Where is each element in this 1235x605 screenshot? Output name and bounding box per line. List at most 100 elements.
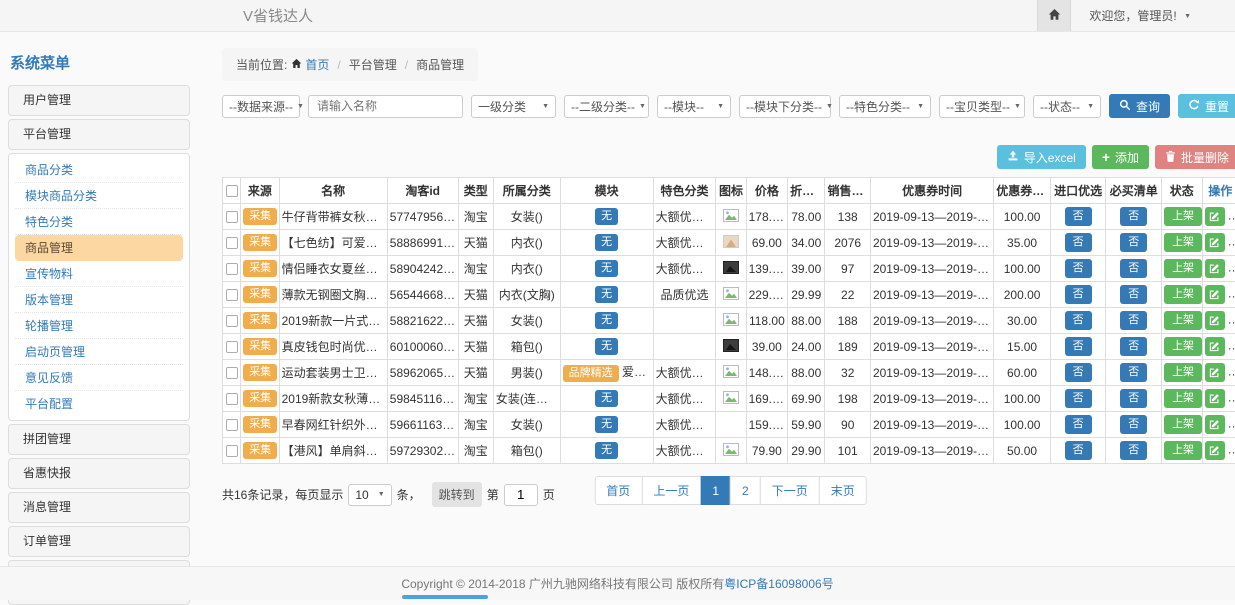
- level1-category-select[interactable]: 一级分类▼: [471, 95, 556, 118]
- user-menu[interactable]: 欢迎您，管理员! ▼: [1071, 7, 1235, 24]
- must-buy-toggle[interactable]: 否: [1120, 337, 1147, 356]
- must-buy-toggle[interactable]: 否: [1120, 415, 1147, 434]
- import-choice-toggle[interactable]: 否: [1065, 415, 1092, 434]
- must-buy-toggle[interactable]: 否: [1120, 389, 1147, 408]
- sidebar-subitem-8[interactable]: 意见反馈: [15, 365, 183, 391]
- module-select[interactable]: --模块--▼: [657, 95, 731, 118]
- must-buy-toggle[interactable]: 否: [1120, 311, 1147, 330]
- row-checkbox[interactable]: [226, 393, 238, 405]
- item-type-select[interactable]: --宝贝类型--▼: [939, 95, 1025, 118]
- import-choice-toggle[interactable]: 否: [1065, 389, 1092, 408]
- status-toggle[interactable]: 上架: [1164, 285, 1202, 304]
- page-button-上一页[interactable]: 上一页: [641, 476, 701, 505]
- row-checkbox[interactable]: [226, 289, 238, 301]
- jump-button[interactable]: 跳转到: [432, 482, 482, 507]
- import-choice-toggle[interactable]: 否: [1065, 259, 1092, 278]
- row-checkbox[interactable]: [226, 263, 238, 275]
- chevron-down-icon: ▼: [542, 103, 549, 110]
- level2-category-select[interactable]: --二级分类--▼: [564, 95, 649, 118]
- must-buy-toggle[interactable]: 否: [1120, 363, 1147, 382]
- edit-button[interactable]: [1205, 441, 1225, 460]
- reset-button[interactable]: 重置: [1178, 94, 1235, 118]
- add-button[interactable]: + 添加: [1092, 145, 1149, 169]
- sidebar-subitem-3[interactable]: 商品管理: [15, 235, 183, 261]
- status-toggle[interactable]: 上架: [1164, 337, 1202, 356]
- edit-button[interactable]: [1205, 233, 1225, 252]
- data-source-select[interactable]: --数据来源--▼: [222, 95, 300, 118]
- must-buy-toggle[interactable]: 否: [1120, 207, 1147, 226]
- sidebar-subitem-5[interactable]: 版本管理: [15, 287, 183, 313]
- status-select[interactable]: --状态--▼: [1033, 95, 1101, 118]
- import-choice-toggle[interactable]: 否: [1065, 207, 1092, 226]
- status-toggle[interactable]: 上架: [1164, 415, 1202, 434]
- status-cell: 上架: [1162, 360, 1202, 386]
- sidebar-subitem-6[interactable]: 轮播管理: [15, 313, 183, 339]
- sidebar-item-0[interactable]: 用户管理: [8, 85, 190, 116]
- status-toggle[interactable]: 上架: [1164, 233, 1202, 252]
- status-toggle[interactable]: 上架: [1164, 441, 1202, 460]
- row-checkbox[interactable]: [226, 315, 238, 327]
- batch-delete-button[interactable]: 批量删除: [1155, 145, 1235, 169]
- import-choice-toggle[interactable]: 否: [1065, 337, 1092, 356]
- breadcrumb-home-link[interactable]: 首页: [291, 56, 329, 73]
- status-toggle[interactable]: 上架: [1164, 259, 1202, 278]
- jump-page-input[interactable]: [504, 484, 538, 506]
- search-button[interactable]: 查询: [1109, 94, 1170, 118]
- import-choice-toggle[interactable]: 否: [1065, 285, 1092, 304]
- must-buy-toggle[interactable]: 否: [1120, 285, 1147, 304]
- import-choice-toggle[interactable]: 否: [1065, 363, 1092, 382]
- edit-button[interactable]: [1205, 337, 1225, 356]
- page-button-2[interactable]: 2: [730, 476, 761, 505]
- sidebar-subitem-0[interactable]: 商品分类: [15, 157, 183, 183]
- edit-button[interactable]: [1205, 415, 1225, 434]
- module-subcategory-select[interactable]: --模块下分类--▼: [739, 95, 831, 118]
- row-checkbox[interactable]: [226, 341, 238, 353]
- icp-link[interactable]: 粤ICP备16098006号: [724, 575, 833, 592]
- sidebar-subitem-4[interactable]: 宣传物料: [15, 261, 183, 287]
- page-button-末页[interactable]: 末页: [819, 476, 867, 505]
- edit-button[interactable]: [1205, 285, 1225, 304]
- sidebar-subitem-9[interactable]: 平台配置: [15, 391, 183, 417]
- sidebar-subitem-1[interactable]: 模块商品分类: [15, 183, 183, 209]
- sidebar-bottom-item-3[interactable]: 订单管理: [8, 526, 190, 557]
- edit-button[interactable]: [1205, 363, 1225, 382]
- page-button-下一页[interactable]: 下一页: [760, 476, 820, 505]
- must-buy-toggle[interactable]: 否: [1120, 441, 1147, 460]
- sidebar-subitem-7[interactable]: 启动页管理: [15, 339, 183, 365]
- module-badge: 品牌精选: [563, 365, 619, 382]
- home-button[interactable]: [1037, 0, 1071, 31]
- status-toggle[interactable]: 上架: [1164, 207, 1202, 226]
- name-input[interactable]: [308, 95, 463, 118]
- row-checkbox[interactable]: [226, 367, 238, 379]
- page-button-1[interactable]: 1: [700, 476, 731, 505]
- select-all-checkbox[interactable]: [226, 185, 238, 197]
- must-buy-toggle[interactable]: 否: [1120, 233, 1147, 252]
- row-checkbox[interactable]: [226, 237, 238, 249]
- edit-button[interactable]: [1205, 259, 1225, 278]
- import-choice-toggle[interactable]: 否: [1065, 311, 1092, 330]
- edit-button[interactable]: [1205, 389, 1225, 408]
- status-toggle[interactable]: 上架: [1164, 363, 1202, 382]
- import-excel-button[interactable]: 导入excel: [997, 145, 1086, 169]
- sidebar-bottom-item-0[interactable]: 拼团管理: [8, 424, 190, 455]
- status-toggle[interactable]: 上架: [1164, 311, 1202, 330]
- breadcrumb-item-platform[interactable]: 平台管理: [349, 56, 397, 73]
- row-checkbox[interactable]: [226, 211, 238, 223]
- row-checkbox[interactable]: [226, 419, 238, 431]
- per-page-select[interactable]: 10 ▼: [348, 484, 391, 506]
- special-category-select[interactable]: --特色分类--▼: [839, 95, 931, 118]
- sidebar-subitem-2[interactable]: 特色分类: [15, 209, 183, 235]
- row-checkbox[interactable]: [226, 445, 238, 457]
- sidebar-item-1[interactable]: 平台管理: [8, 119, 190, 150]
- edit-button[interactable]: [1205, 311, 1225, 330]
- status-toggle[interactable]: 上架: [1164, 389, 1202, 408]
- must-buy-toggle[interactable]: 否: [1120, 259, 1147, 278]
- row-select-cell: [223, 412, 241, 438]
- import-choice-toggle[interactable]: 否: [1065, 233, 1092, 252]
- edit-button[interactable]: [1205, 207, 1225, 226]
- horizontal-scrollbar-thumb[interactable]: [402, 595, 488, 599]
- sidebar-bottom-item-2[interactable]: 消息管理: [8, 492, 190, 523]
- import-choice-toggle[interactable]: 否: [1065, 441, 1092, 460]
- sidebar-bottom-item-1[interactable]: 省惠快报: [8, 458, 190, 489]
- page-button-首页[interactable]: 首页: [594, 476, 642, 505]
